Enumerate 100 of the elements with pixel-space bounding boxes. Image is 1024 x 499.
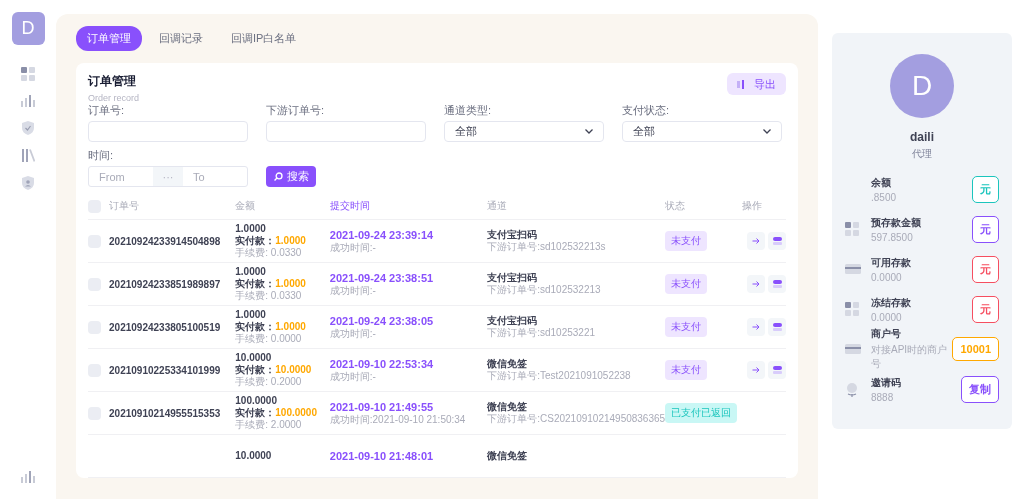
column-header: 操作: [742, 200, 763, 211]
paid-amount: 实付款：1.0000: [235, 235, 307, 247]
wallet-value: 597.8500: [871, 231, 914, 243]
chevron-down-icon: [763, 129, 771, 134]
fee: 手续费: 0.0330: [235, 290, 303, 302]
card-title: 订单管理: [88, 73, 137, 90]
select-field[interactable]: 全部: [622, 121, 782, 142]
downstream-order: 下游订单号:CS20210910214950836365: [487, 413, 666, 425]
column-header: 状态: [665, 200, 686, 211]
tab[interactable]: 回调记录: [148, 26, 214, 51]
wallet-label: 冻结存款: [871, 295, 912, 310]
card-subtitle: Order record: [88, 93, 140, 103]
field-label: 时间:: [88, 148, 115, 163]
amount: 100.0000: [235, 395, 278, 407]
toggle-button[interactable]: [768, 361, 786, 379]
downstream-order: 下游订单号:sd10253221: [487, 327, 597, 339]
channel-name: 支付宝扫码: [487, 315, 539, 327]
card-icon: [845, 264, 861, 274]
toggle-button[interactable]: [768, 232, 786, 250]
shield-user-icon[interactable]: [22, 176, 34, 190]
profile-avatar: D: [890, 54, 954, 118]
user-role: 代理: [912, 147, 932, 161]
column-header[interactable]: 提交时间: [329, 200, 370, 211]
success-time: 成功时间:2021-09-10 21:50:34: [329, 413, 467, 426]
submit-time: 2021-09-24 23:38:51: [329, 271, 435, 285]
view-button[interactable]: [747, 275, 765, 293]
chevron-down-icon: [585, 129, 593, 134]
books-icon[interactable]: [21, 149, 35, 162]
amount: 1.0000: [235, 266, 267, 278]
fee: 手续费: 0.0330: [235, 247, 303, 259]
wallet-label: 预存款金额: [871, 215, 922, 230]
paid-amount: 实付款：10.0000: [235, 364, 313, 376]
user-name: daili: [910, 130, 934, 144]
status-badge: 已支付已返回: [665, 403, 738, 423]
input-field[interactable]: [266, 121, 426, 142]
card-icon: [845, 344, 861, 354]
field-label: 支付状态:: [622, 103, 671, 118]
field-label: 通道类型:: [444, 103, 493, 118]
range-separator: ···: [153, 167, 183, 186]
bar-chart-icon[interactable]: [21, 95, 35, 107]
avatar-square[interactable]: D: [11, 12, 45, 45]
wallet-label: 邀请码: [871, 375, 902, 390]
order-number: 20210910214955515353: [109, 407, 221, 419]
paid-amount: 实付款：100.0000: [235, 407, 318, 419]
view-button[interactable]: [747, 232, 765, 250]
wallet-value: 对接API时的商户号: [871, 343, 949, 371]
toggle-button[interactable]: [768, 275, 786, 293]
toggle-icon: [772, 323, 782, 331]
wallet-badge: 元: [972, 215, 999, 243]
tab[interactable]: 回调IP白名单: [220, 26, 308, 51]
column-header: 金额: [235, 200, 256, 211]
downstream-order: 下游订单号:sd102532213: [487, 284, 602, 296]
arrow-right-icon: [752, 323, 760, 331]
view-button[interactable]: [747, 361, 765, 379]
success-time: 成功时间:-: [329, 327, 377, 340]
amount: 10.0000: [235, 450, 273, 462]
column-header: 订单号: [109, 200, 140, 211]
status-badge: 未支付: [665, 317, 708, 337]
date-to-field[interactable]: To: [183, 167, 247, 186]
bar-chart-icon[interactable]: [21, 471, 35, 483]
search-button[interactable]: 搜索: [266, 166, 316, 187]
input-field[interactable]: [88, 121, 248, 142]
export-button[interactable]: 导出: [727, 73, 786, 95]
view-button[interactable]: [747, 318, 765, 336]
date-from-field[interactable]: From: [89, 167, 153, 186]
toggle-icon: [772, 366, 782, 374]
channel-name: 支付宝扫码: [487, 272, 539, 284]
wallet-value: 0.0000: [871, 271, 903, 283]
wallet-label: 可用存款: [871, 255, 912, 270]
status-badge: 未支付: [665, 231, 708, 251]
submit-time: 2021-09-10 21:48:01: [329, 449, 435, 463]
arrow-right-icon: [752, 237, 760, 245]
tab[interactable]: 订单管理: [76, 26, 142, 51]
grid-icon: [845, 302, 859, 316]
select-field[interactable]: 全部: [444, 121, 604, 142]
success-time: 成功时间:-: [329, 241, 377, 254]
dashboard-icon: [21, 67, 35, 81]
wallet-badge[interactable]: 复制: [961, 375, 999, 403]
success-time: 成功时间:-: [329, 284, 377, 297]
toggle-icon: [772, 237, 782, 245]
wallet-badge: 元: [972, 295, 999, 323]
wallet-badge: 元: [972, 255, 999, 283]
column-header: 通道: [487, 200, 508, 211]
status-badge: 未支付: [665, 360, 708, 380]
wallet-value: 0.0000: [871, 311, 903, 323]
wallet-label: 余额: [871, 175, 892, 190]
channel-name: 支付宝扫码: [487, 229, 539, 241]
submit-time: 2021-09-24 23:39:14: [329, 228, 435, 242]
shield-check-icon[interactable]: [22, 121, 34, 135]
channel-name: 微信免签: [487, 401, 529, 413]
status-badge: 未支付: [665, 274, 708, 294]
submit-time: 2021-09-24 23:38:05: [329, 314, 435, 328]
wallet-value: 8888: [871, 391, 895, 403]
export-icon: [737, 79, 746, 89]
fee: 手续费: 2.0000: [235, 419, 303, 431]
toggle-button[interactable]: [768, 318, 786, 336]
submit-time: 2021-09-10 22:53:34: [329, 357, 435, 371]
wallet-value: .8500: [871, 191, 898, 203]
order-number: 20210924233914504898: [109, 235, 221, 247]
wallet-label: 商户号: [871, 327, 902, 341]
